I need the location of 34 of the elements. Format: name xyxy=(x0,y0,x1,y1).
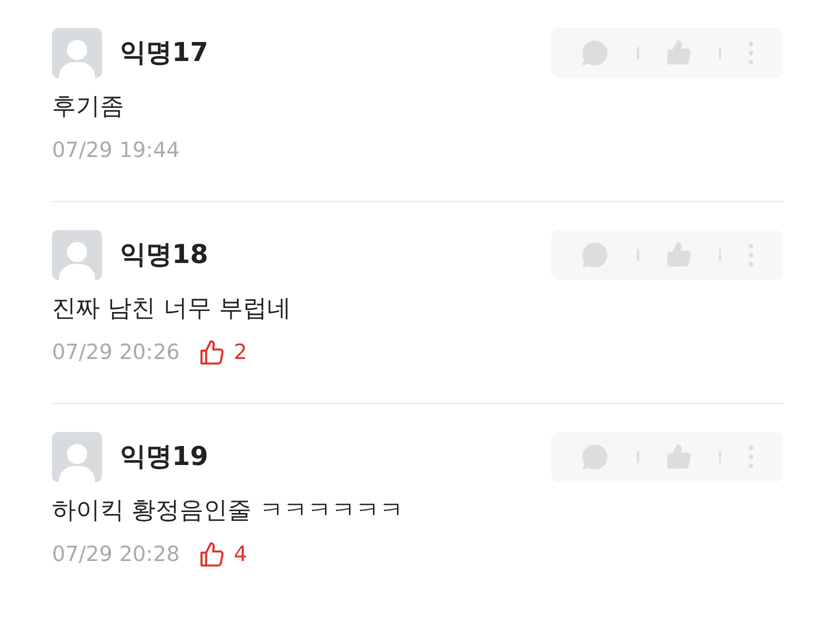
reply-button[interactable] xyxy=(580,240,610,270)
speech-bubble-icon xyxy=(580,442,610,472)
timestamp: 07/29 20:28 xyxy=(52,541,180,568)
more-button[interactable] xyxy=(748,243,754,267)
speech-bubble-icon xyxy=(580,38,610,68)
author-name: 익명18 xyxy=(120,238,208,272)
more-icon xyxy=(748,41,754,65)
thumbs-up-icon xyxy=(664,39,693,67)
more-icon xyxy=(748,243,754,267)
timestamp: 07/29 20:26 xyxy=(52,339,180,366)
like-button[interactable] xyxy=(664,241,693,269)
avatar xyxy=(52,230,102,280)
like-button[interactable] xyxy=(664,443,693,471)
author-name: 익명19 xyxy=(120,440,208,474)
thumbs-up-icon xyxy=(664,241,693,269)
thumbs-up-icon xyxy=(198,541,226,569)
avatar xyxy=(52,28,102,78)
reply-button[interactable] xyxy=(580,38,610,68)
like-count: 2 xyxy=(234,339,248,366)
avatar xyxy=(52,432,102,482)
comment-text: 후기좀 xyxy=(52,91,125,122)
thumbs-up-icon xyxy=(664,443,693,471)
comment-text: 하이킥 황정음인줄 ㅋㅋㅋㅋㅋㅋ xyxy=(52,495,404,526)
speech-bubble-icon xyxy=(580,240,610,270)
more-button[interactable] xyxy=(748,41,754,65)
more-icon xyxy=(748,445,754,469)
thumbs-up-icon xyxy=(198,339,226,367)
more-button[interactable] xyxy=(748,445,754,469)
comment-text: 진짜 남친 너무 부럽네 xyxy=(52,293,292,324)
like-button[interactable] xyxy=(664,39,693,67)
like-count: 4 xyxy=(234,541,248,568)
reply-button[interactable] xyxy=(580,442,610,472)
author-name: 익명17 xyxy=(120,36,208,70)
timestamp: 07/29 19:44 xyxy=(52,137,180,164)
